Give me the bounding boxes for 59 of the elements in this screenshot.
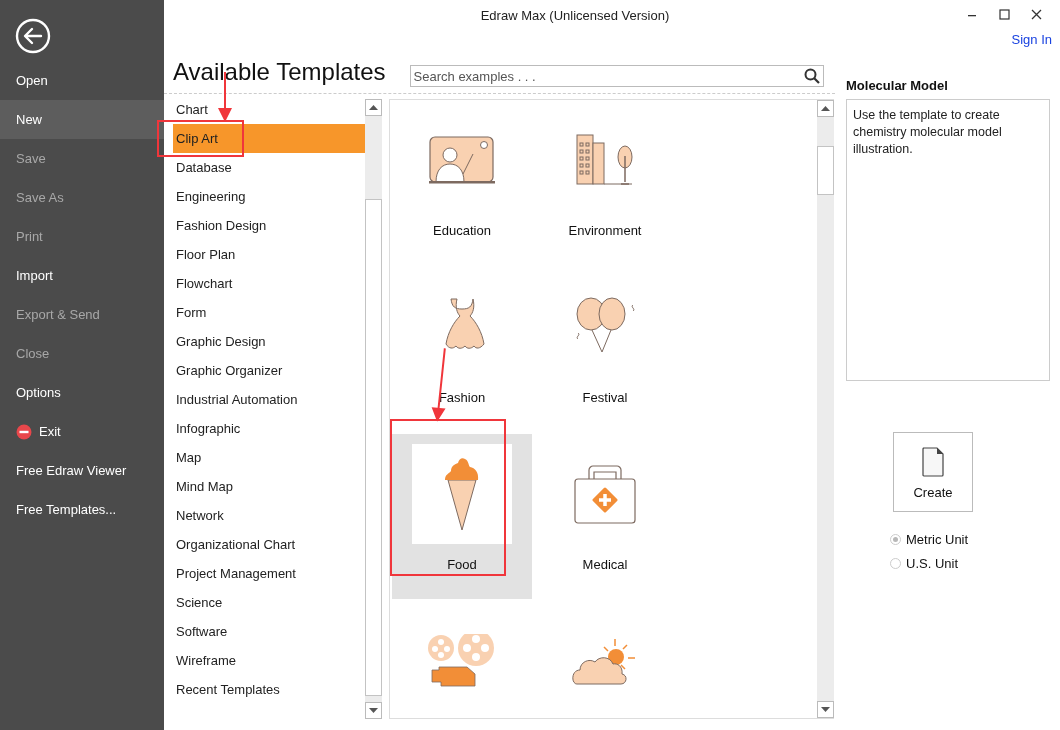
search-icon[interactable]	[803, 68, 820, 84]
ice-cream-icon	[444, 456, 480, 532]
template-tile[interactable]: Food	[392, 434, 532, 599]
menu-item[interactable]: Import	[0, 256, 164, 295]
category-item[interactable]: Form	[173, 298, 365, 327]
page-heading: Available Templates	[173, 57, 386, 87]
scrollbar-thumb[interactable]	[365, 199, 382, 696]
unit-radio[interactable]: U.S. Unit	[890, 556, 1050, 571]
scroll-down-icon[interactable]	[817, 701, 834, 718]
menu-item[interactable]: Options	[0, 373, 164, 412]
category-item[interactable]: Infographic	[173, 414, 365, 443]
window-title: Edraw Max (Unlicensed Version)	[479, 7, 671, 23]
teacher-board-icon	[429, 136, 495, 184]
menu-item[interactable]: Free Edraw Viewer	[0, 451, 164, 490]
category-item[interactable]: Industrial Automation	[173, 385, 365, 414]
template-tile[interactable]: Medical	[535, 434, 675, 599]
template-tile[interactable]: Education	[392, 100, 532, 265]
city-tree-icon	[576, 134, 634, 186]
template-tile[interactable]: Fashion	[392, 267, 532, 432]
category-item[interactable]: Fashion Design	[173, 211, 365, 240]
film-camera-icon	[427, 633, 497, 689]
description-box: Use the template to create chemistry molecular model illustration.	[846, 99, 1050, 381]
category-item[interactable]: Wireframe	[173, 646, 365, 675]
sign-in-link[interactable]: Sign In	[1011, 32, 1052, 47]
category-item[interactable]: Organizational Chart	[173, 530, 365, 559]
category-item[interactable]: Floor Plan	[173, 240, 365, 269]
category-item[interactable]: Flowchart	[173, 269, 365, 298]
category-item[interactable]: Mind Map	[173, 472, 365, 501]
category-item[interactable]: Graphic Design	[173, 327, 365, 356]
category-item[interactable]: Software	[173, 617, 365, 646]
template-title: Molecular Model	[846, 78, 949, 93]
category-item[interactable]: Clip Art	[173, 124, 365, 153]
cloud-sun-icon	[572, 637, 638, 685]
first-aid-kit-icon	[574, 464, 636, 524]
scrollbar-thumb[interactable]	[817, 146, 834, 195]
menu-item[interactable]: Exit	[0, 412, 164, 451]
template-tile[interactable]: Environment	[535, 100, 675, 265]
category-item[interactable]: Map	[173, 443, 365, 472]
category-item[interactable]: Database	[173, 153, 365, 182]
category-item[interactable]: Science	[173, 588, 365, 617]
exit-icon	[16, 423, 32, 440]
menu-item[interactable]: Open	[0, 61, 164, 100]
back-icon[interactable]	[15, 18, 51, 54]
unit-radio[interactable]: Metric Unit	[890, 532, 1050, 547]
category-item[interactable]: Network	[173, 501, 365, 530]
scroll-down-icon[interactable]	[365, 702, 382, 719]
category-item[interactable]: Recent Templates	[173, 675, 365, 704]
category-item[interactable]: Chart	[173, 99, 365, 124]
menu-item[interactable]: New	[0, 100, 164, 139]
scroll-up-icon[interactable]	[365, 99, 382, 116]
category-item[interactable]: Graphic Organizer	[173, 356, 365, 385]
scroll-up-icon[interactable]	[817, 100, 834, 117]
category-item[interactable]: Engineering	[173, 182, 365, 211]
menu-item[interactable]: Free Templates...	[0, 490, 164, 529]
search-field[interactable]: Search examples . . .	[409, 65, 824, 87]
create-button[interactable]: Create	[893, 432, 973, 512]
template-tile[interactable]: Festival	[535, 267, 675, 432]
document-icon	[922, 447, 944, 477]
category-item[interactable]: Project Management	[173, 559, 365, 588]
